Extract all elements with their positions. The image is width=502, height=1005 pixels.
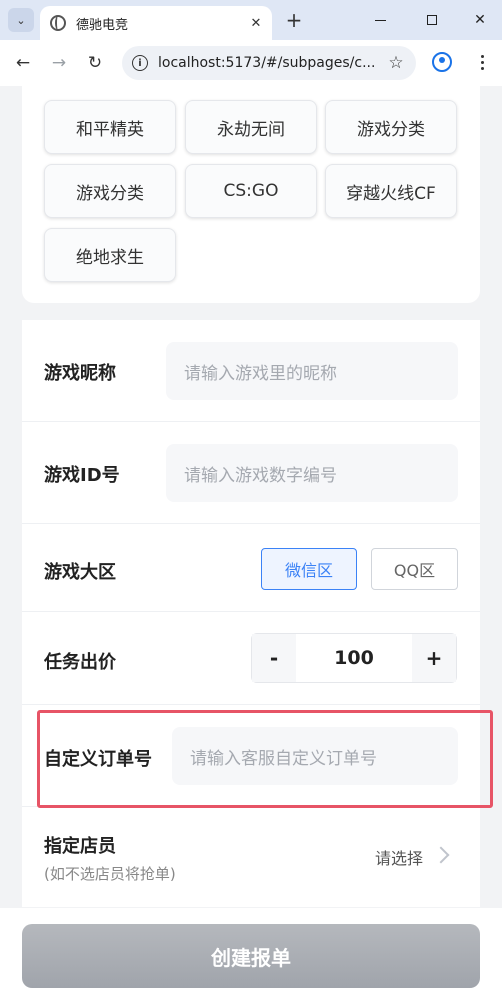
region-label: 游戏大区 xyxy=(44,562,116,583)
custom-order-input[interactable]: 请输入客服自定义订单号 xyxy=(172,727,458,785)
game-chip[interactable]: 穿越火线CF xyxy=(325,164,457,218)
nickname-row: 游戏昵称 请输入游戏里的昵称 xyxy=(22,320,480,422)
staff-select-text[interactable]: 请选择 xyxy=(375,845,423,869)
staff-row[interactable]: 指定店员 (如不选店员将抢单) 请选择 xyxy=(22,807,480,907)
url-text[interactable]: localhost:5173/#/subpages/c... xyxy=(158,55,384,71)
price-value[interactable]: 100 xyxy=(296,634,412,682)
region-option-wechat[interactable]: 微信区 xyxy=(261,548,357,590)
game-id-input[interactable]: 请输入游戏数字编号 xyxy=(166,444,458,502)
game-chip[interactable]: 游戏分类 xyxy=(325,100,457,154)
chevron-right-icon xyxy=(432,846,450,864)
new-tab-button[interactable]: + xyxy=(282,8,306,32)
price-label: 任务出价 xyxy=(44,652,116,673)
profile-icon[interactable] xyxy=(432,52,452,72)
order-form: 游戏昵称 请输入游戏里的昵称 游戏ID号 请输入游戏数字编号 游戏大区 微信区 … xyxy=(22,320,480,907)
back-arrow-icon[interactable]: ← xyxy=(11,51,35,75)
region-row: 游戏大区 微信区 QQ区 xyxy=(22,524,480,612)
staff-hint: (如不选店员将抢单) xyxy=(44,865,176,883)
address-bar[interactable]: i localhost:5173/#/subpages/c... ☆ xyxy=(122,46,416,80)
site-info-icon[interactable]: i xyxy=(132,55,148,71)
tab-search-dropdown-icon[interactable]: ⌄ xyxy=(8,8,34,32)
price-row: 任务出价 - 100 + xyxy=(22,612,480,705)
game-id-row: 游戏ID号 请输入游戏数字编号 xyxy=(22,422,480,524)
nickname-input[interactable]: 请输入游戏里的昵称 xyxy=(166,342,458,400)
forward-arrow-icon[interactable]: → xyxy=(47,51,71,75)
browser-menu-icon[interactable] xyxy=(472,51,492,73)
close-tab-icon[interactable]: ✕ xyxy=(246,13,266,33)
price-stepper: - 100 + xyxy=(251,633,457,683)
increment-button[interactable]: + xyxy=(412,634,456,682)
browser-tab[interactable]: 德驰电竞 ✕ xyxy=(40,6,272,40)
decrement-button[interactable]: - xyxy=(252,634,296,682)
game-chip[interactable]: 永劫无间 xyxy=(185,100,317,154)
custom-order-row: 自定义订单号 请输入客服自定义订单号 xyxy=(22,705,480,807)
close-window-button[interactable]: ✕ xyxy=(466,8,494,32)
game-chip[interactable]: CS:GO xyxy=(185,164,317,218)
create-order-button[interactable]: 创建报单 xyxy=(22,924,480,988)
page-content: 和平精英 永劫无间 游戏分类 游戏分类 CS:GO 穿越火线CF 绝地求生 游戏… xyxy=(0,86,502,1005)
bottom-action-bar: 创建报单 xyxy=(0,908,502,1005)
browser-toolbar: ← → ↻ i localhost:5173/#/subpages/c... ☆ xyxy=(0,40,502,86)
minimize-button[interactable] xyxy=(366,8,394,32)
game-category-card: 和平精英 永劫无间 游戏分类 游戏分类 CS:GO 穿越火线CF 绝地求生 xyxy=(22,86,480,303)
game-chip[interactable]: 和平精英 xyxy=(44,100,176,154)
bookmark-star-icon[interactable]: ☆ xyxy=(384,53,408,73)
nickname-label: 游戏昵称 xyxy=(44,363,116,384)
custom-order-label: 自定义订单号 xyxy=(44,749,152,770)
browser-titlebar: ⌄ 德驰电竞 ✕ + ✕ xyxy=(0,0,502,40)
reload-icon[interactable]: ↻ xyxy=(83,51,107,75)
staff-label: 指定店员 xyxy=(44,836,116,857)
tab-title: 德驰电竞 xyxy=(76,17,129,33)
globe-icon xyxy=(50,15,66,31)
game-chip[interactable]: 游戏分类 xyxy=(44,164,176,218)
game-chip[interactable]: 绝地求生 xyxy=(44,228,176,282)
region-option-qq[interactable]: QQ区 xyxy=(371,548,458,590)
maximize-button[interactable] xyxy=(418,8,446,32)
game-id-label: 游戏ID号 xyxy=(44,465,120,486)
